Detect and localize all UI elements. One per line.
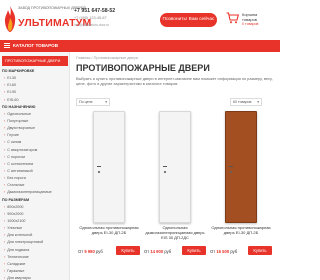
cart-icon: [226, 12, 239, 24]
sidebar-item[interactable]: Без порога: [2, 175, 68, 182]
sidebar-section-heading: По маркировке: [2, 69, 35, 73]
sidebar-item[interactable]: Дымогазонепроницаемые: [2, 189, 68, 196]
sidebar-item[interactable]: EIS-60: [2, 97, 68, 104]
sidebar-item[interactable]: С остеклением: [2, 161, 68, 168]
door-handle: [97, 166, 101, 168]
cart-widget[interactable]: Корзина товаров 0 товаров: [226, 10, 278, 32]
product-price: От 9 980 руб: [78, 249, 103, 254]
product-name[interactable]: Однопольная дымогазонепроницаемая дверь …: [142, 225, 208, 240]
sidebar-item[interactable]: Для подвала: [2, 247, 68, 254]
sidebar-item[interactable]: EI-90: [2, 89, 68, 96]
cart-count: 0 товаров: [242, 22, 259, 26]
site-logo[interactable]: Завод противопожарных дверей УЛЬТИМАТУМ: [4, 4, 91, 36]
phone-number[interactable]: +7 951 647-58-52: [74, 8, 115, 14]
buy-button[interactable]: Купить: [182, 246, 206, 255]
sort-select-value: По цене: [79, 100, 93, 104]
sidebar-list: По маркировке EI-30EI-60EI-90EIS-60По наз…: [2, 68, 68, 280]
sidebar-section-heading: По назначению: [2, 104, 36, 109]
sidebar-item[interactable]: Технические: [2, 254, 68, 261]
sidebar-item[interactable]: Гаражные: [2, 268, 68, 275]
price-value: 9 980: [84, 249, 95, 254]
product-name[interactable]: Однопольная противопожарная дверь EI-30 …: [76, 225, 142, 236]
chevron-down-icon: ▾: [105, 100, 107, 104]
chevron-down-icon: ▾: [257, 100, 259, 104]
sidebar-item[interactable]: Стальные: [2, 182, 68, 189]
price-currency: руб: [163, 249, 172, 254]
per-page-select[interactable]: 60 товаров ▾: [230, 98, 262, 106]
sidebar-item[interactable]: Для котельной: [2, 232, 68, 239]
door-image: [225, 111, 257, 223]
sort-select[interactable]: По цене ▾: [76, 98, 110, 106]
email-link[interactable]: info@ultimatum-door.ru: [74, 23, 109, 27]
breadcrumb[interactable]: Главная / Противопожарные двери: [76, 56, 138, 60]
page-title: ПРОТИВОПОЖАРНЫЕ ДВЕРИ: [76, 63, 210, 73]
sidebar-item[interactable]: С антипаникой: [2, 168, 68, 175]
door-handle: [163, 166, 167, 168]
catalog-navbar: Каталог товаров: [0, 40, 280, 52]
sidebar-item[interactable]: С амортизатором: [2, 147, 68, 154]
product-price: От 14 900 руб: [144, 249, 171, 254]
sidebar-item[interactable]: 900х2000: [2, 211, 68, 218]
catalog-sidebar: Противопожарные двери По маркировке EI-30…: [0, 52, 70, 280]
sidebar-item[interactable]: С порогом: [2, 154, 68, 161]
door-image: [93, 111, 125, 223]
door-lock: [98, 171, 100, 173]
sidebar-item[interactable]: Глухие: [2, 132, 68, 139]
sidebar-item[interactable]: Складские: [2, 261, 68, 268]
product-price: От 16 500 руб: [210, 249, 237, 254]
product-name[interactable]: Однопольная противопожарная дверь EI-30 …: [208, 225, 274, 236]
page-description: Выбрать и купить противопожарные двери в…: [76, 76, 273, 86]
catalog-menu-button[interactable]: Каталог товаров: [4, 40, 58, 52]
menu-icon: [4, 43, 10, 48]
site-header: Завод противопожарных дверей УЛЬТИМАТУМ …: [0, 0, 280, 40]
sidebar-item[interactable]: 1000х2100: [2, 218, 68, 225]
catalog-menu-label: Каталог товаров: [13, 43, 59, 48]
product-image[interactable]: [208, 108, 274, 226]
sidebar-item[interactable]: Для квартиры: [2, 275, 68, 280]
sidebar-item[interactable]: Для электрощитовой: [2, 239, 68, 246]
phone-number-secondary[interactable]: +7 (495) 123-45-67: [74, 16, 107, 20]
sidebar-item[interactable]: С окном: [2, 139, 68, 146]
price-value: 14 900: [150, 249, 164, 254]
price-value: 16 500: [216, 249, 230, 254]
sidebar-item[interactable]: Двухстворчатые: [2, 125, 68, 132]
door-lock: [230, 171, 232, 173]
product-card[interactable]: Однопольная дымогазонепроницаемая дверь …: [142, 108, 208, 258]
sidebar-item[interactable]: Однопольные: [2, 111, 68, 118]
door-image: [159, 111, 191, 223]
sidebar-section-heading: По размерам: [2, 197, 30, 202]
buy-button[interactable]: Купить: [248, 246, 272, 255]
sidebar-item[interactable]: Полуторные: [2, 118, 68, 125]
product-image[interactable]: [76, 108, 142, 226]
per-page-select-value: 60 товаров: [233, 100, 252, 104]
sidebar-item[interactable]: Уличные: [2, 225, 68, 232]
buy-button[interactable]: Купить: [116, 246, 140, 255]
sidebar-item[interactable]: EI-60: [2, 82, 68, 89]
sidebar-item[interactable]: 800х2000: [2, 204, 68, 211]
price-currency: руб: [94, 249, 103, 254]
door-lock: [164, 171, 166, 173]
price-currency: руб: [229, 249, 238, 254]
sidebar-item-fire-doors[interactable]: Противопожарные двери: [2, 56, 68, 66]
sidebar-item[interactable]: EI-30: [2, 75, 68, 82]
callback-button[interactable]: Позвонить! Вам сейчас: [160, 13, 217, 27]
product-image[interactable]: [142, 108, 208, 226]
door-handle: [229, 166, 233, 168]
product-card[interactable]: Однопольная противопожарная дверь EI-30 …: [208, 108, 274, 258]
product-card[interactable]: Однопольная противопожарная дверь EI-30 …: [76, 108, 142, 258]
cart-label: Корзина товаров: [242, 12, 258, 22]
flame-logo-icon: [4, 6, 16, 32]
